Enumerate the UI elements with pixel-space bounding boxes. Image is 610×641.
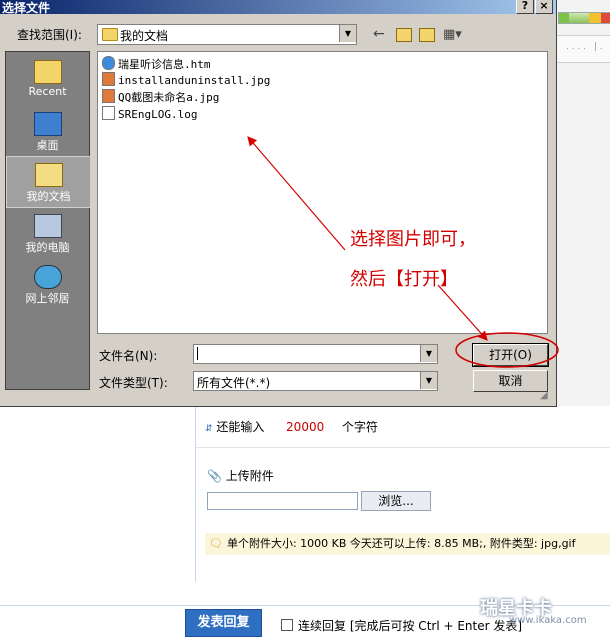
annotation-arrow-up <box>247 136 346 251</box>
annotation-circle <box>455 332 559 368</box>
annotation-overlay <box>247 136 559 368</box>
annotation-line-2: 然后【打开】 <box>350 269 458 290</box>
annotation-text: 选择图片即可， 然后【打开】 <box>350 220 476 300</box>
annotation-line-1: 选择图片即可， <box>350 229 476 250</box>
